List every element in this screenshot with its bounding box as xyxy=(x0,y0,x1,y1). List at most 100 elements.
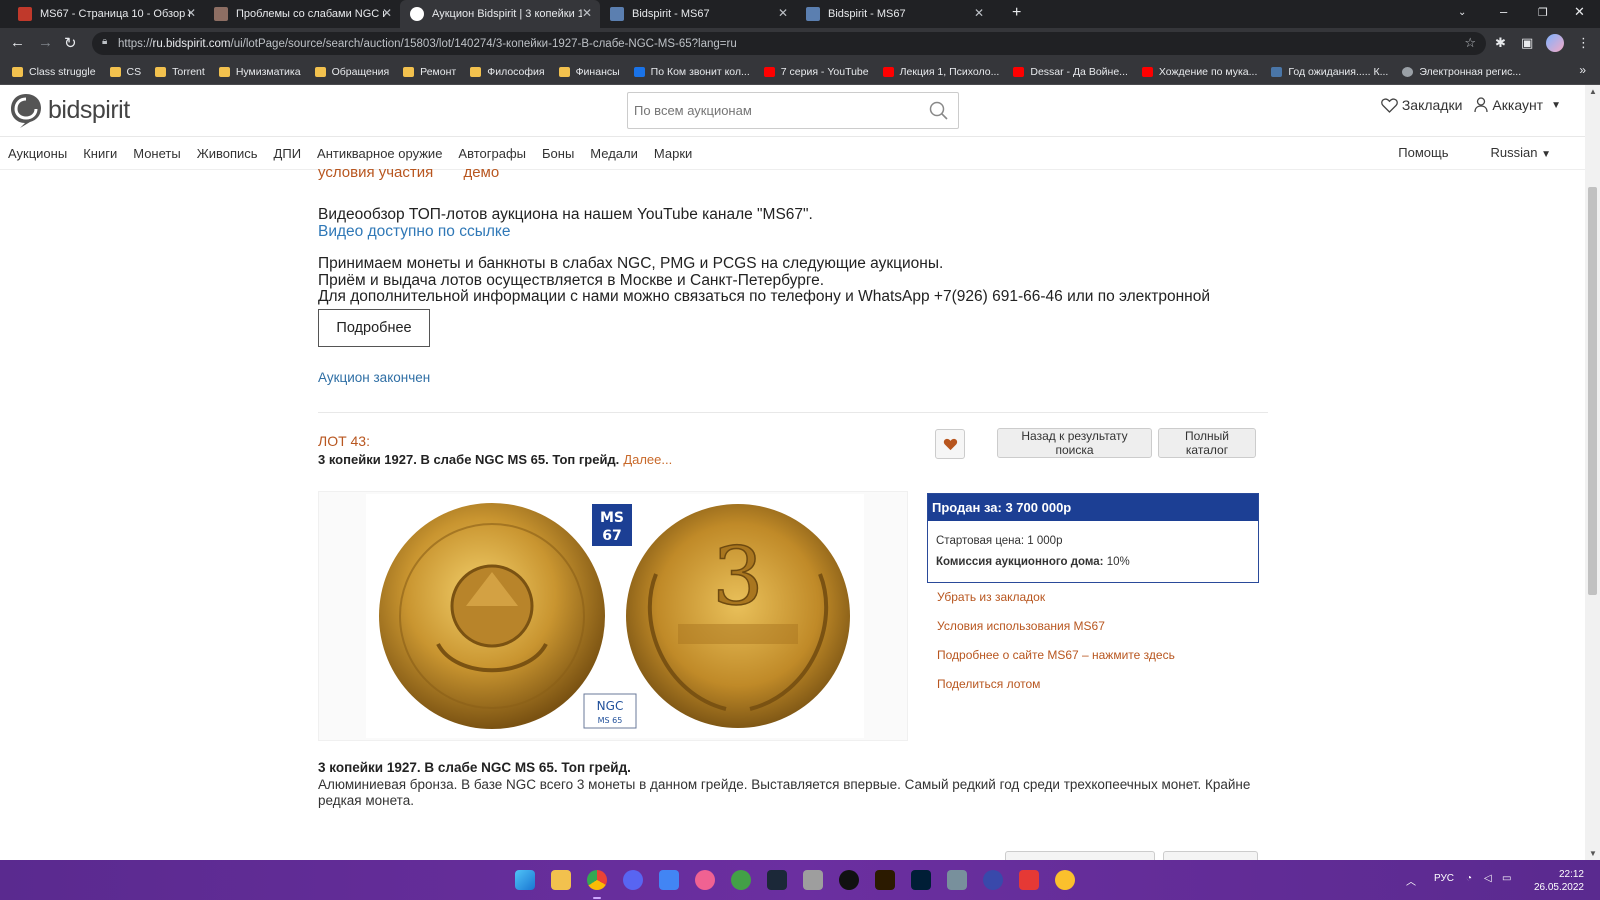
bookmarks-link[interactable]: Закладки xyxy=(1380,97,1462,113)
tray-expand-icon[interactable]: ︿ xyxy=(1406,873,1416,888)
music-icon[interactable] xyxy=(695,870,715,890)
more-info-button[interactable]: Подробнее xyxy=(318,309,430,347)
bookmark-item[interactable]: Class struggle xyxy=(12,66,96,78)
start-icon[interactable] xyxy=(515,870,535,890)
forward-icon[interactable]: → xyxy=(38,34,53,51)
extensions-icon[interactable]: ✱ xyxy=(1495,35,1506,51)
utorrent-icon[interactable] xyxy=(731,870,751,890)
bookmark-item[interactable]: Лекция 1, Психоло... xyxy=(882,66,999,78)
menu-icon[interactable]: ⋮ xyxy=(1577,35,1590,51)
bookmark-item[interactable]: Год ожидания..... К... xyxy=(1271,66,1388,78)
bookmark-item[interactable]: Обращения xyxy=(314,66,389,78)
bidspirit-logo[interactable]: bidspirit xyxy=(8,91,130,129)
scrollbar-thumb[interactable] xyxy=(1588,187,1597,595)
nav-books[interactable]: Книги xyxy=(83,146,117,161)
game-icon[interactable] xyxy=(803,870,823,890)
discord-icon[interactable] xyxy=(623,870,643,890)
tab-bidspirit-lot[interactable]: Аукцион Bidspirit | 3 копейки 19 ✕ xyxy=(400,0,600,28)
help-link[interactable]: Помощь xyxy=(1398,145,1448,160)
lot-image-frame[interactable]: 3 MS 67 NGC MS 65 xyxy=(318,491,908,741)
nav-banknotes[interactable]: Боны xyxy=(542,146,574,161)
bookmark-item[interactable]: Хождение по мука... xyxy=(1141,66,1257,78)
remote-desktop-icon[interactable] xyxy=(947,870,967,890)
search-box[interactable] xyxy=(627,92,959,129)
minimize-icon[interactable]: – xyxy=(1500,4,1507,19)
read-more-link[interactable]: Далее... xyxy=(623,452,672,467)
tab-search-icon[interactable]: ⌄ xyxy=(1458,7,1466,18)
bookmark-item[interactable]: CS xyxy=(109,66,141,78)
nav-coins[interactable]: Монеты xyxy=(133,146,180,161)
volume-icon[interactable]: ◁ xyxy=(1484,873,1492,884)
nav-auctions[interactable]: Аукционы xyxy=(8,146,67,161)
about-site-link[interactable]: Подробнее о сайте MS67 – нажмите здесь xyxy=(937,648,1175,662)
tab-ms67-forum[interactable]: MS67 - Страница 10 - Обзор ну ✕ xyxy=(8,0,204,28)
new-tab-icon[interactable]: + xyxy=(1012,4,1021,22)
input-language[interactable]: РУС xyxy=(1434,873,1454,884)
reload-icon[interactable]: ↻ xyxy=(64,34,77,52)
language-select[interactable]: Russian ▼ xyxy=(1491,145,1552,160)
back-icon[interactable]: ← xyxy=(10,34,25,51)
search-input[interactable] xyxy=(634,103,914,118)
app-icon[interactable] xyxy=(839,870,859,890)
tab-ngc-problems[interactable]: Проблемы со слабами NGC и д ✕ xyxy=(204,0,400,28)
tab-bidspirit-ms67-1[interactable]: Bidspirit - MS67 ✕ xyxy=(600,0,796,28)
vpn-icon[interactable] xyxy=(983,870,1003,890)
account-menu[interactable]: Аккаунт ▼ xyxy=(1474,97,1561,113)
bridge-icon[interactable] xyxy=(875,870,895,890)
bookmark-item[interactable]: Torrent xyxy=(155,66,205,78)
tab-bidspirit-ms67-2[interactable]: Bidspirit - MS67 ✕ xyxy=(796,0,992,28)
demo-link[interactable]: демо xyxy=(463,164,499,181)
nav-medals[interactable]: Медали xyxy=(590,146,638,161)
steam-icon[interactable] xyxy=(767,870,787,890)
restore-icon[interactable]: ❐ xyxy=(1538,6,1548,19)
close-tab-icon[interactable]: ✕ xyxy=(382,6,392,20)
window-close-icon[interactable]: ✕ xyxy=(1574,4,1585,20)
bookmark-item[interactable]: Финансы xyxy=(558,66,620,78)
search-icon[interactable] xyxy=(929,101,948,120)
bookmark-item[interactable]: По Ком звонит кол... xyxy=(633,66,750,78)
full-catalog-button[interactable]: Полный каталог xyxy=(1158,428,1256,458)
site-header: bidspirit Закладки Аккаунт ▼ xyxy=(0,85,1585,137)
bookmark-item[interactable]: Ремонт xyxy=(403,66,456,78)
bookmark-item[interactable]: Нумизматика xyxy=(218,66,301,78)
terms-of-use-link[interactable]: Условия использования MS67 xyxy=(937,619,1175,633)
favorite-button[interactable] xyxy=(935,429,965,459)
video-link[interactable]: Видео доступно по ссылке xyxy=(318,223,813,240)
wifi-icon[interactable]: ◔ xyxy=(1466,873,1472,884)
back-to-results-button[interactable]: Назад к результату поиска xyxy=(997,428,1152,458)
remove-bookmark-link[interactable]: Убрать из закладок xyxy=(937,590,1175,604)
coin-photo[interactable]: 3 MS 67 NGC MS 65 xyxy=(366,494,864,738)
terms-link[interactable]: условия участия xyxy=(318,164,433,181)
photoshop-icon[interactable] xyxy=(911,870,931,890)
side-panel-icon[interactable]: ▣ xyxy=(1521,35,1533,51)
system-clock[interactable]: 22:12 26.05.2022 xyxy=(1534,868,1584,894)
bookmark-item[interactable]: Электронная регис... xyxy=(1402,66,1521,78)
nav-antique-weapons[interactable]: Антикварное оружие xyxy=(317,146,442,161)
page-scrollbar[interactable]: ▲ ▼ xyxy=(1585,85,1600,860)
share-lot-link[interactable]: Поделиться лотом xyxy=(937,677,1175,691)
address-bar[interactable]: 🔒︎ https://ru.bidspirit.com/ui/lotPage/s… xyxy=(92,32,1486,55)
nav-paintings[interactable]: Живопись xyxy=(197,146,258,161)
scroll-up-icon[interactable]: ▲ xyxy=(1589,87,1597,96)
close-tab-icon[interactable]: ✕ xyxy=(974,6,984,20)
bookmarks-overflow-icon[interactable]: » xyxy=(1579,63,1586,77)
close-tab-icon[interactable]: ✕ xyxy=(582,6,592,20)
profile-avatar[interactable] xyxy=(1546,34,1564,52)
battery-icon[interactable]: ▭ xyxy=(1502,873,1511,884)
bookmark-item[interactable]: 7 серия - YouTube xyxy=(763,66,869,78)
app-red-icon[interactable] xyxy=(1019,870,1039,890)
nav-stamps[interactable]: Марки xyxy=(654,146,692,161)
nav-decorative-arts[interactable]: ДПИ xyxy=(274,146,302,161)
file-explorer-icon[interactable] xyxy=(551,870,571,890)
chrome-icon[interactable] xyxy=(587,870,607,890)
bookmark-star-icon[interactable]: ☆ xyxy=(1464,35,1476,51)
pen-icon[interactable] xyxy=(659,870,679,890)
close-tab-icon[interactable]: ✕ xyxy=(186,6,196,20)
close-tab-icon[interactable]: ✕ xyxy=(778,6,788,20)
app-yellow-icon[interactable] xyxy=(1055,870,1075,890)
nav-autographs[interactable]: Автографы xyxy=(458,146,526,161)
bookmark-item[interactable]: Dessar - Да Войне... xyxy=(1013,66,1128,78)
bookmark-item[interactable]: Философия xyxy=(470,66,545,78)
category-nav: Аукционы Книги Монеты Живопись ДПИ Антик… xyxy=(0,137,1585,170)
scroll-down-icon[interactable]: ▼ xyxy=(1589,849,1597,858)
